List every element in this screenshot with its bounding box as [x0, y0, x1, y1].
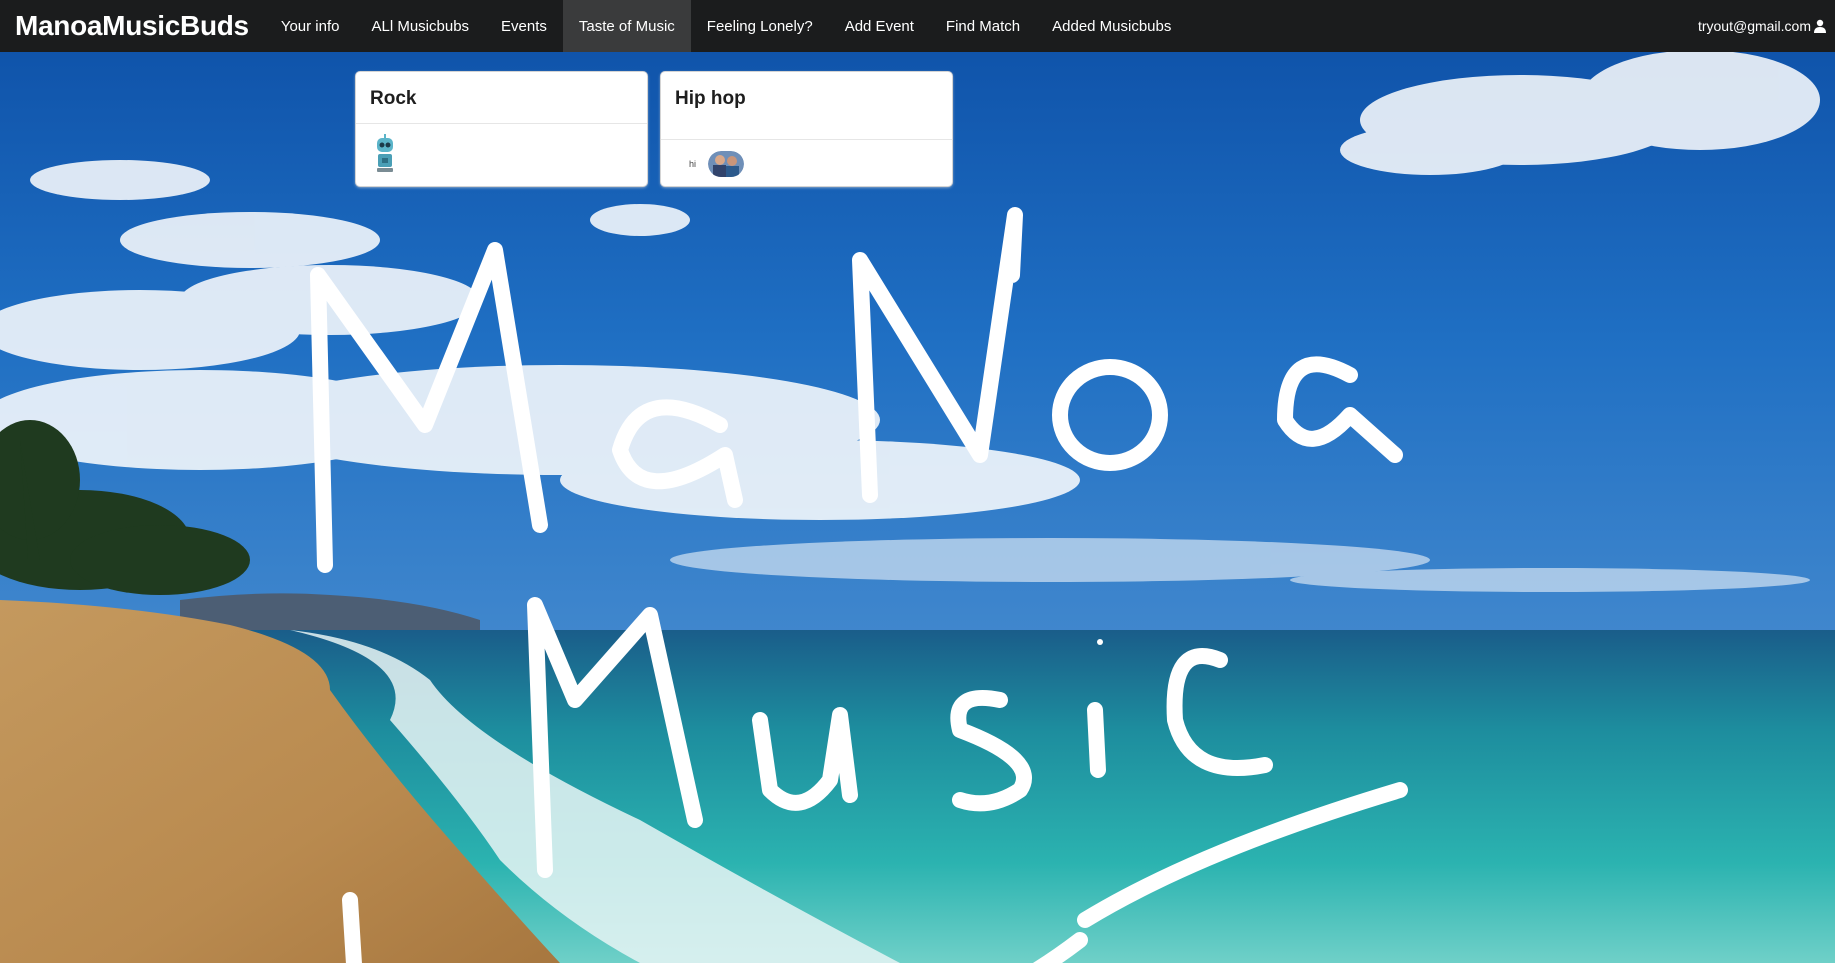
people-avatar[interactable] — [708, 151, 745, 177]
genre-card-hip-hop[interactable]: Hip hop hi — [661, 72, 952, 186]
member-note: hi — [689, 159, 697, 169]
robot-avatar[interactable] — [370, 134, 400, 174]
nav-all-musicbubs[interactable]: ALl Musicbubs — [356, 0, 486, 52]
card-members: hi — [661, 140, 952, 187]
top-navbar: ManoaMusicBuds Your info ALl Musicbubs E… — [0, 0, 1835, 52]
nav-events[interactable]: Events — [485, 0, 563, 52]
nav-your-info[interactable]: Your info — [265, 0, 356, 52]
genre-card-rock[interactable]: Rock — [356, 72, 647, 186]
brand-logo[interactable]: ManoaMusicBuds — [0, 0, 265, 52]
user-icon — [1814, 19, 1826, 33]
card-members — [356, 124, 647, 184]
user-menu[interactable]: tryout@gmail.com — [1686, 0, 1835, 52]
nav-taste-of-music[interactable]: Taste of Music — [562, 0, 691, 52]
card-title: Hip hop — [661, 72, 952, 140]
nav-add-event[interactable]: Add Event — [829, 0, 930, 52]
nav-find-match[interactable]: Find Match — [930, 0, 1036, 52]
card-title: Rock — [356, 72, 647, 124]
nav-feeling-lonely[interactable]: Feeling Lonely? — [691, 0, 829, 52]
user-email: tryout@gmail.com — [1697, 18, 1811, 34]
nav-added-musicbubs[interactable]: Added Musicbubs — [1036, 0, 1187, 52]
